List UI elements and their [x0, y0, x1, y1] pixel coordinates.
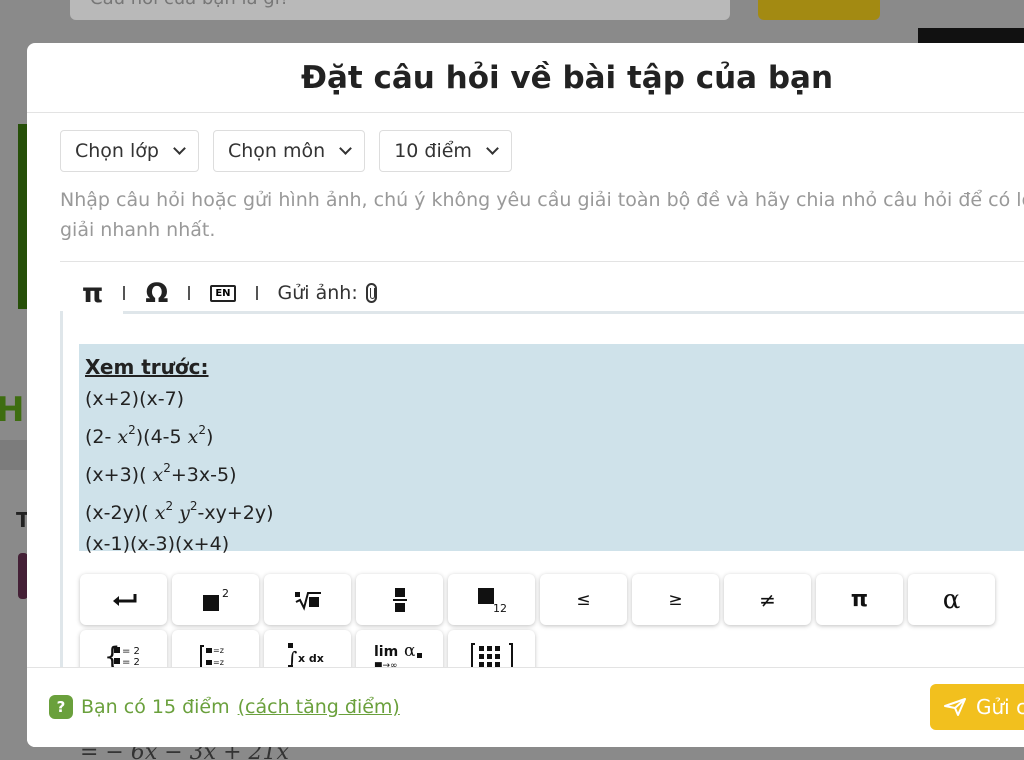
question-hint: Nhập câu hỏi hoặc gửi hình ảnh, chú ý kh…	[60, 189, 1024, 241]
less-equal-key[interactable]: ≤	[540, 574, 627, 625]
root-icon	[294, 591, 321, 611]
preview-line: (x+2)(x-7)	[85, 388, 185, 410]
toolbar-separator	[255, 286, 258, 300]
greater-equal-key[interactable]: ≥	[632, 574, 719, 625]
editor-toolbar: π Ω EN Gửi ảnh:	[82, 276, 377, 310]
ask-question-modal: Đặt câu hỏi về bài tập của bạn Chọn lớp …	[27, 43, 1024, 747]
subscript-icon: 12	[477, 587, 507, 614]
modal-footer: ? Bạn có 15 điểm (cách tăng điểm) Gửi c	[27, 667, 1024, 747]
send-question-button[interactable]: Gửi c	[930, 684, 1024, 730]
nth-root-key[interactable]	[264, 574, 351, 625]
alpha-key[interactable]: α	[908, 574, 995, 625]
send-icon	[944, 698, 966, 716]
svg-text:=z: =z	[213, 658, 224, 667]
svg-text:=z: =z	[213, 646, 224, 655]
preview-line: (x+3)( x2+3x-5)	[85, 461, 237, 486]
send-image-label: Gửi ảnh:	[277, 282, 358, 304]
chevron-down-icon	[173, 142, 186, 155]
not-equal-key[interactable]: ≠	[724, 574, 811, 625]
grade-select[interactable]: Chọn lớp	[60, 130, 199, 172]
svg-text:lim: lim	[374, 644, 398, 660]
grade-select-label: Chọn lớp	[75, 140, 159, 162]
background-block	[0, 440, 30, 470]
points-info: ? Bạn có 15 điểm (cách tăng điểm)	[49, 695, 400, 719]
increase-points-link[interactable]: (cách tăng điểm)	[238, 696, 400, 718]
svg-text:= 2: = 2	[122, 646, 140, 657]
enter-key[interactable]	[80, 574, 167, 625]
select-row: Chọn lớp Chọn môn 10 điểm	[60, 130, 512, 172]
svg-text:{: {	[104, 642, 121, 670]
points-select-label: 10 điểm	[394, 140, 472, 162]
svg-text:12: 12	[493, 602, 507, 614]
background-search-button	[758, 0, 880, 20]
svg-text:x dx: x dx	[298, 652, 324, 665]
hint-divider	[60, 261, 1024, 262]
points-select[interactable]: 10 điểm	[379, 130, 512, 172]
modal-title: Đặt câu hỏi về bài tập của bạn	[300, 60, 834, 96]
background-search-placeholder: Câu hỏi của bạn là gì?	[90, 0, 289, 9]
preview-line: (x-2y)( x2 y2-xy+2y)	[85, 499, 274, 524]
fraction-icon	[392, 587, 407, 612]
toolbar-separator	[123, 286, 126, 300]
svg-text:2: 2	[222, 587, 229, 600]
integral-icon: ∫ x dx	[287, 642, 324, 670]
limit-icon: lim■→∞α	[374, 641, 422, 671]
send-button-label: Gửi c	[976, 695, 1024, 719]
preview-line: (x-1)(x-3)(x+4)	[85, 533, 230, 555]
power-key[interactable]: 2	[172, 574, 259, 625]
help-icon: ?	[49, 695, 73, 719]
fraction-key[interactable]	[356, 574, 443, 625]
grid-matrix-icon	[470, 642, 513, 669]
equation-system-icon: {= 2= 2	[104, 642, 140, 670]
chevron-down-icon	[339, 142, 353, 155]
omega-icon[interactable]: Ω	[145, 278, 168, 309]
title-divider	[27, 112, 1024, 113]
svg-text:= 2: = 2	[122, 657, 140, 668]
pi-key[interactable]: π	[816, 574, 903, 625]
matrix-icon: =z =z	[199, 644, 224, 669]
paperclip-icon	[365, 283, 377, 303]
subject-select-label: Chọn môn	[227, 140, 326, 162]
subject-select[interactable]: Chọn môn	[212, 130, 366, 172]
send-image-button[interactable]: Gửi ảnh:	[278, 282, 377, 304]
language-icon[interactable]: EN	[210, 284, 236, 302]
svg-text:α: α	[404, 641, 416, 661]
enter-icon	[112, 593, 136, 606]
preview-title: Xem trước:	[85, 355, 209, 379]
square-power-icon: 2	[202, 587, 229, 611]
subscript-key[interactable]: 12	[448, 574, 535, 625]
chevron-down-icon	[486, 142, 499, 155]
pi-icon[interactable]: π	[82, 278, 103, 309]
toolbar-separator	[188, 286, 191, 300]
points-text: Bạn có 15 điểm	[81, 696, 230, 718]
preview-line: (2- x2)(4-5 x2)	[85, 423, 214, 448]
preview-panel: Xem trước: (x+2)(x-7) (2- x2)(4-5 x2) (x…	[79, 344, 1024, 555]
